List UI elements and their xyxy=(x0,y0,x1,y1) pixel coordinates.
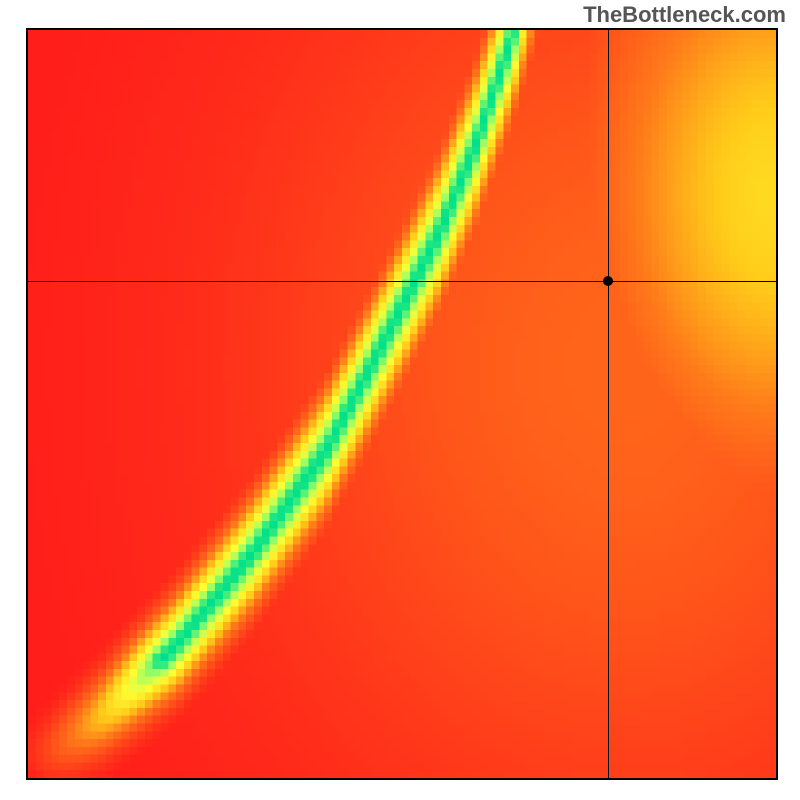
crosshair-horizontal xyxy=(28,281,776,282)
heatmap-canvas xyxy=(28,30,776,778)
watermark-text: TheBottleneck.com xyxy=(583,2,786,28)
marker-dot xyxy=(603,276,613,286)
plot-area xyxy=(26,28,778,780)
crosshair-vertical xyxy=(608,30,609,778)
chart-container: TheBottleneck.com xyxy=(0,0,800,800)
